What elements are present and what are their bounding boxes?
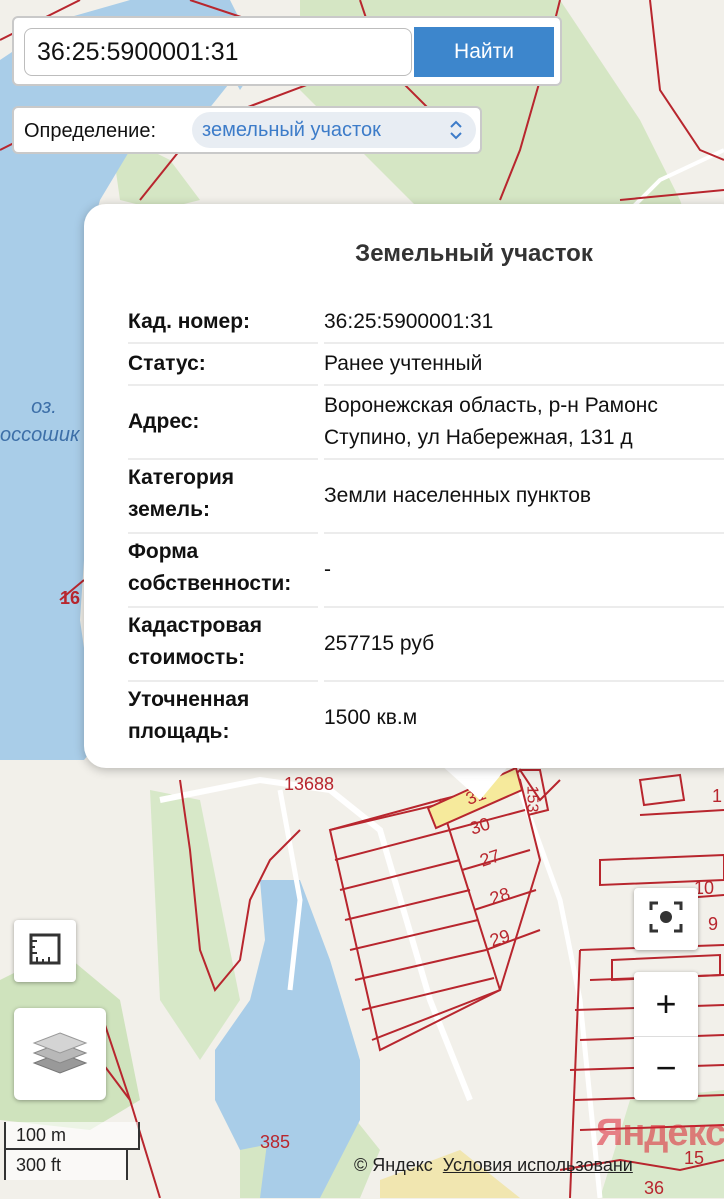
layers-button[interactable] [14,1008,106,1100]
locate-button[interactable] [634,888,698,950]
address-line-1: Воронежская область, р-н Рамонс [324,394,658,417]
terms-link[interactable]: Условия использовани [443,1155,633,1175]
info-row-address: Адрес: Воронежская область, р-н Рамонс С… [128,390,724,460]
info-row-land-category: Категория земель: Земли населенных пункт… [128,462,724,534]
yandex-logo: Яндекс [596,1112,724,1154]
address-line-2: Ступино, ул Набережная, 131 д [324,426,633,449]
parcel-number-385: 385 [260,1132,291,1152]
parcel-number-153: 153 [523,785,541,813]
lake-label: оз. [24,396,64,419]
map-scale: 100 m 300 ft [4,1122,140,1180]
parcel-number-36: 36 [644,1178,665,1198]
info-row-area: Уточненная площадь: 1500 кв.м [128,684,724,768]
locate-icon [649,901,683,938]
info-row-status: Статус: Ранее учтенный [128,348,724,386]
info-value: Земли населенных пунктов [324,484,592,507]
ruler-icon [28,932,62,971]
copyright-text: © Яндекс [354,1155,433,1175]
info-value: - [324,558,331,581]
parcel-number-16: 16 [60,588,81,608]
info-value: 36:25:5900001:31 [324,310,494,333]
info-key: Адрес: [128,410,200,433]
parcel-number-13688: 13688 [284,774,335,794]
zoom-out-button[interactable]: − [634,1037,698,1100]
definition-selected-value: земельный участок [202,119,381,141]
definition-label: Определение: [24,120,157,142]
info-key: Кад. номер: [128,310,251,333]
scale-imperial: 300 ft [4,1150,128,1180]
info-key: Форма собственности: [128,540,292,595]
info-row-cadastral-value: Кадастровая стоимость: 257715 руб [128,610,724,682]
scale-metric: 100 m [4,1122,140,1150]
info-value: Ранее учтенный [324,352,483,375]
definition-panel: Определение: земельный участок [12,106,482,154]
search-button[interactable]: Найти [414,27,554,77]
zoom-control: + − [634,972,698,1100]
info-value: 1500 кв.м [324,706,418,729]
info-key: Кадастровая стоимость: [128,614,262,669]
popup-pointer [440,764,510,800]
info-key: Статус: [128,352,206,375]
popup-title: Земельный участок [355,240,593,267]
info-key: Уточненная площадь: [128,688,250,743]
info-value: Воронежская область, р-н Рамонс Ступино,… [324,390,724,454]
zoom-in-button[interactable]: + [634,973,698,1037]
layers-icon [30,1027,90,1082]
parcel-number-9: 9 [708,914,719,934]
parcel-info-popup: Земельный участок Кад. номер: 36:25:5900… [84,204,724,768]
map-attribution: © Яндекс Условия использовани [354,1155,633,1176]
cadastral-search-input[interactable]: 36:25:5900001:31 [24,28,412,76]
ruler-button[interactable] [14,920,76,982]
definition-select[interactable]: земельный участок [192,112,476,148]
info-key: Категория земель: [128,466,235,521]
dropdown-chevron-icon [448,112,464,160]
search-panel: 36:25:5900001:31 Найти [12,16,562,86]
parcel-number-1: 1 [712,786,723,806]
lake-label-line1: оз. [31,396,57,418]
info-row-cadastral-number: Кад. номер: 36:25:5900001:31 [128,306,724,344]
info-row-ownership: Форма собственности: - [128,536,724,608]
lake-label-line2: оссошик [0,424,80,446]
info-value: 257715 руб [324,632,435,655]
